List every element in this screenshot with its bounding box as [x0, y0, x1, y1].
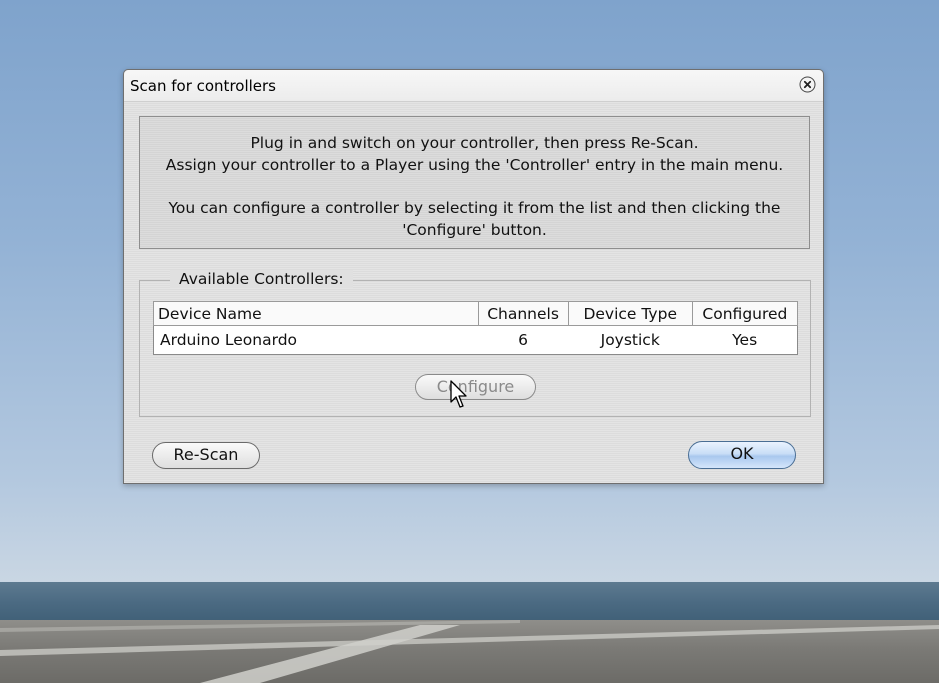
instructions-panel: Plug in and switch on your controller, t… — [139, 116, 810, 249]
column-header-channels[interactable]: Channels — [477, 301, 569, 326]
cell-channels[interactable]: 6 — [478, 326, 568, 355]
instruction-text: You can configure a controller by select… — [168, 199, 781, 217]
available-controllers-group: Available Controllers: Device Name Chann… — [139, 270, 811, 417]
sea-background — [0, 582, 939, 624]
runway-markings — [0, 620, 939, 683]
instruction-text: Plug in and switch on your controller, t… — [250, 134, 699, 152]
scan-controllers-dialog: Scan for controllers Plug in and switch … — [123, 69, 824, 484]
rescan-button[interactable]: Re-Scan — [152, 442, 260, 469]
dialog-titlebar[interactable]: Scan for controllers — [124, 70, 823, 102]
close-icon[interactable] — [799, 76, 816, 93]
column-header-configured[interactable]: Configured — [691, 301, 799, 326]
column-header-device-type[interactable]: Device Type — [567, 301, 693, 326]
cell-device-name[interactable]: Arduino Leonardo — [154, 326, 479, 355]
dialog-title: Scan for controllers — [130, 77, 277, 95]
cell-device-type[interactable]: Joystick — [568, 326, 692, 355]
ok-button[interactable]: OK — [688, 441, 796, 469]
table-header-row: Device Name Channels Device Type Configu… — [153, 301, 799, 326]
instruction-text: Assign your controller to a Player using… — [165, 156, 784, 174]
table-row[interactable]: Arduino Leonardo 6 Joystick Yes — [154, 326, 798, 355]
instruction-text: 'Configure' button. — [402, 221, 547, 239]
group-legend: Available Controllers: — [170, 270, 353, 288]
controllers-table: Device Name Channels Device Type Configu… — [153, 301, 799, 355]
background-scene: Scan for controllers Plug in and switch … — [0, 0, 939, 683]
column-header-device-name[interactable]: Device Name — [153, 301, 479, 326]
cell-configured[interactable]: Yes — [692, 326, 797, 355]
configure-button[interactable]: Configure — [415, 374, 536, 400]
